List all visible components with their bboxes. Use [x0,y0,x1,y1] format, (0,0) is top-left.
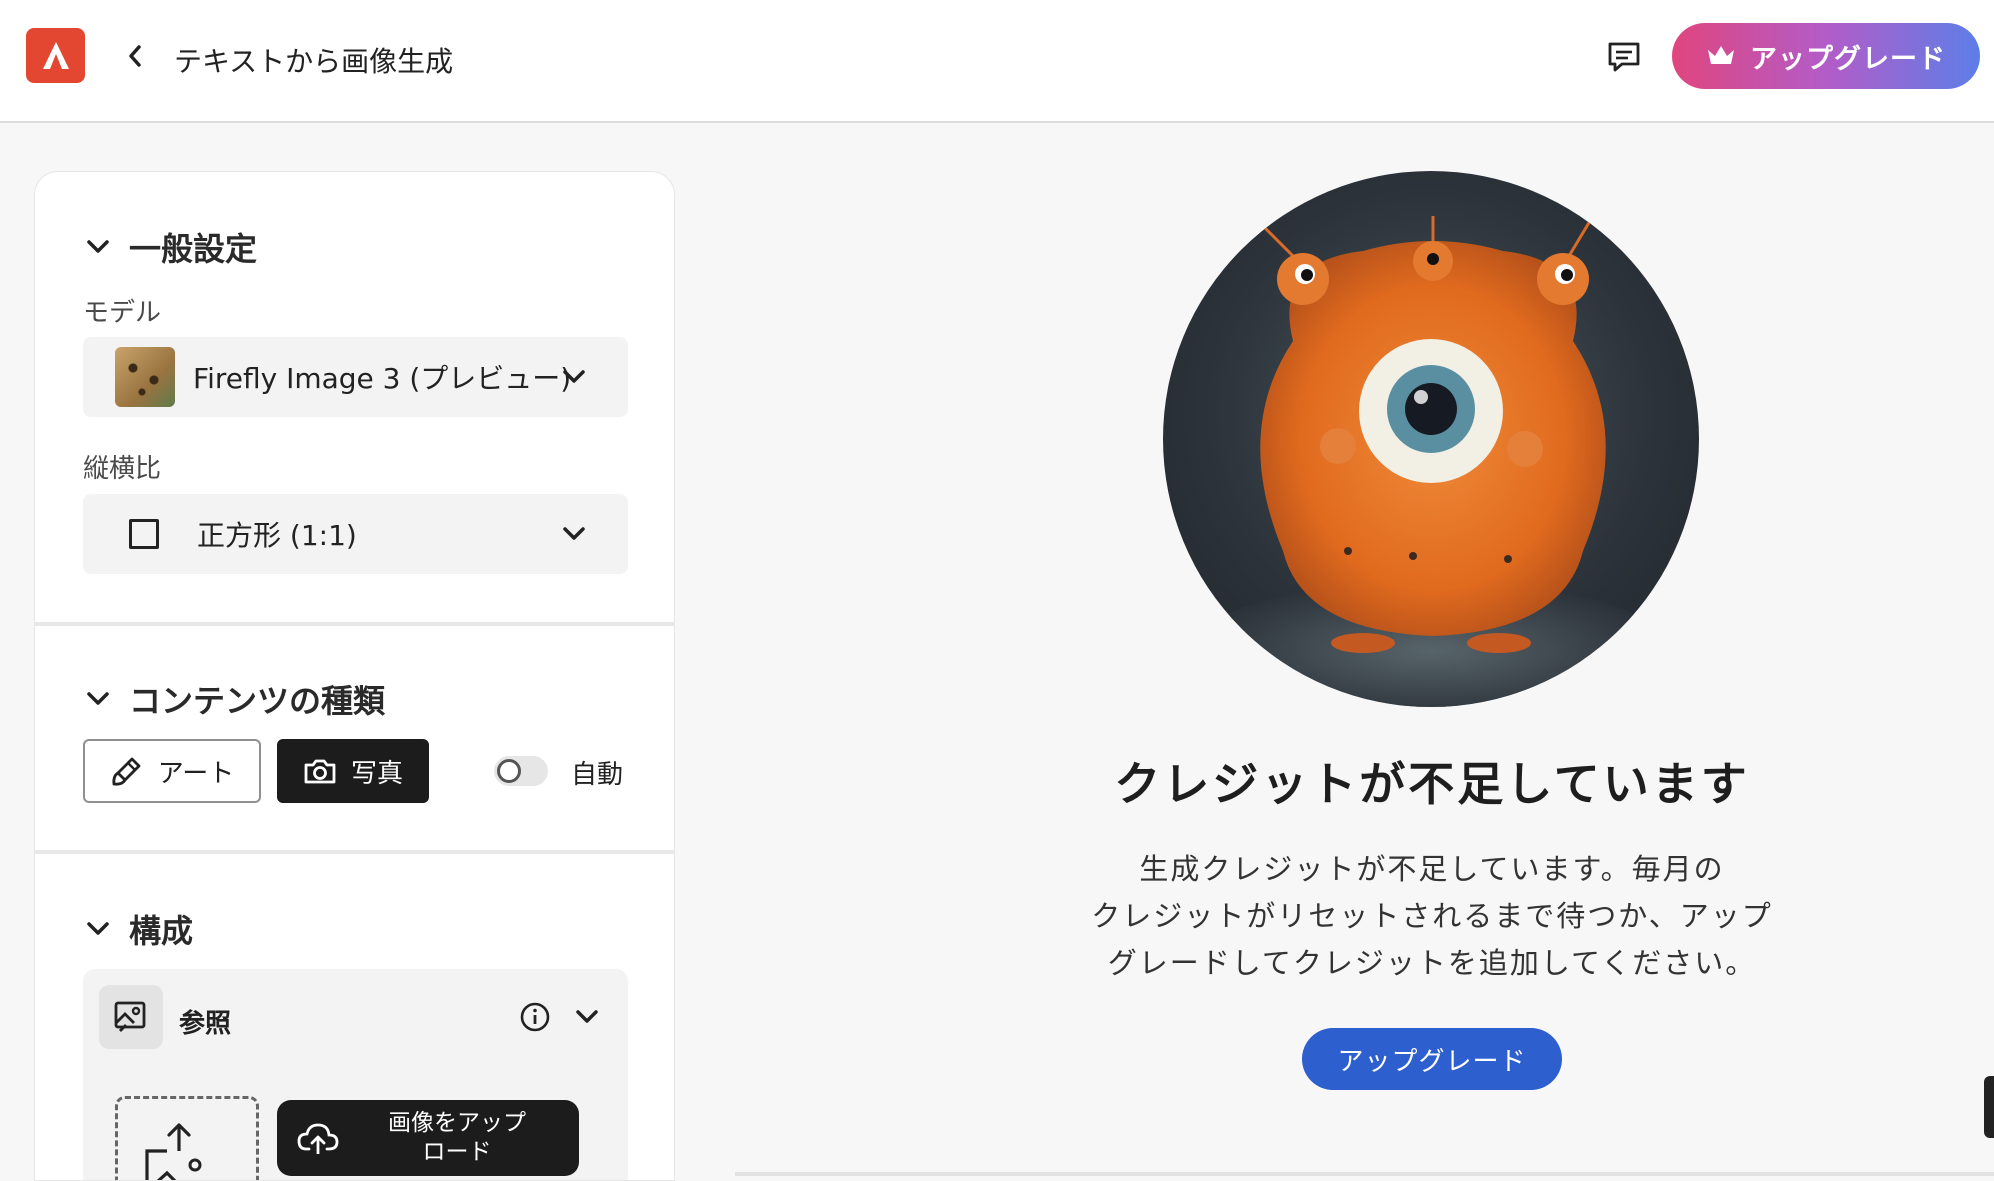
side-panel-handle[interactable] [1984,1076,1994,1138]
section-divider [35,622,674,626]
upload-image-icon [145,1123,202,1180]
back-button[interactable] [120,38,150,74]
adobe-logo-icon [42,41,69,69]
chevron-down-icon [87,922,109,935]
square-icon [129,519,159,549]
section-heading: 構成 [129,912,194,950]
feedback-button[interactable] [1604,38,1644,76]
paintbrush-icon [112,757,141,786]
section-general[interactable]: 一般設定 [85,224,257,270]
upload-image-button[interactable]: 画像をアップ ロード [277,1100,579,1176]
reference-card: 参照 画像をアップ ロード [83,969,628,1180]
adobe-express-logo[interactable] [26,28,85,83]
model-dropdown[interactable]: Firefly Image 3 (プレビュー) [83,337,628,417]
aspect-ratio-dropdown[interactable]: 正方形 (1:1) [83,494,628,574]
art-label: アート [157,758,235,789]
content-type-photo-button[interactable]: 写真 [277,739,429,803]
reference-label: 参照 [179,1009,232,1039]
aspect-label: 縦横比 [83,454,162,484]
model-value: Firefly Image 3 (プレビュー) [193,362,572,395]
chevron-down-icon [563,527,585,540]
info-icon[interactable] [519,1001,551,1033]
chat-icon [1608,42,1640,72]
chevron-down-icon [87,240,109,253]
prompt-bar-edge [735,1172,1994,1176]
credits-empty-message: 生成クレジットが不足しています。毎月の クレジットがリセットされるまで待つか、ア… [1091,852,1773,980]
page-title: テキストから画像生成 [174,45,454,78]
toggle-knob [497,759,521,783]
reference-drop-zone[interactable] [115,1096,259,1180]
section-heading: 一般設定 [129,230,258,268]
model-thumbnail [115,347,175,407]
section-heading: コンテンツの種類 [129,682,386,720]
upgrade-button-main[interactable]: アップグレード [1302,1028,1562,1090]
upgrade-button-header[interactable]: アップグレード [1672,23,1980,89]
auto-label: 自動 [571,760,624,790]
cloud-upload-icon [297,1123,339,1154]
reference-image-icon [99,985,163,1049]
credits-empty-title: クレジットが不足しています [1114,757,1750,811]
photo-label: 写真 [350,758,403,789]
chevron-left-icon [129,45,141,67]
app-header: テキストから画像生成 アップグレード [0,0,1994,123]
section-divider [35,850,674,854]
section-composition[interactable]: 構成 [85,906,193,952]
upgrade-label: アップグレード [1750,43,1946,75]
camera-icon [304,759,336,784]
model-label: モデル [83,298,162,328]
crown-icon [1708,46,1734,64]
chevron-down-icon[interactable] [573,1003,601,1031]
monster-image [1191,215,1671,707]
chevron-down-icon [87,692,109,705]
auto-toggle[interactable] [494,756,548,786]
upload-label: 画像をアップ ロード [388,1110,526,1165]
aspect-value: 正方形 (1:1) [197,519,357,552]
settings-panel: 一般設定 モデル Firefly Image 3 (プレビュー) 縦横比 正方形… [34,171,675,1181]
section-content-type[interactable]: コンテンツの種類 [85,676,385,722]
content-type-art-button[interactable]: アート [83,739,261,803]
chevron-down-icon [563,370,585,383]
hero-monster-illustration [1163,171,1699,707]
